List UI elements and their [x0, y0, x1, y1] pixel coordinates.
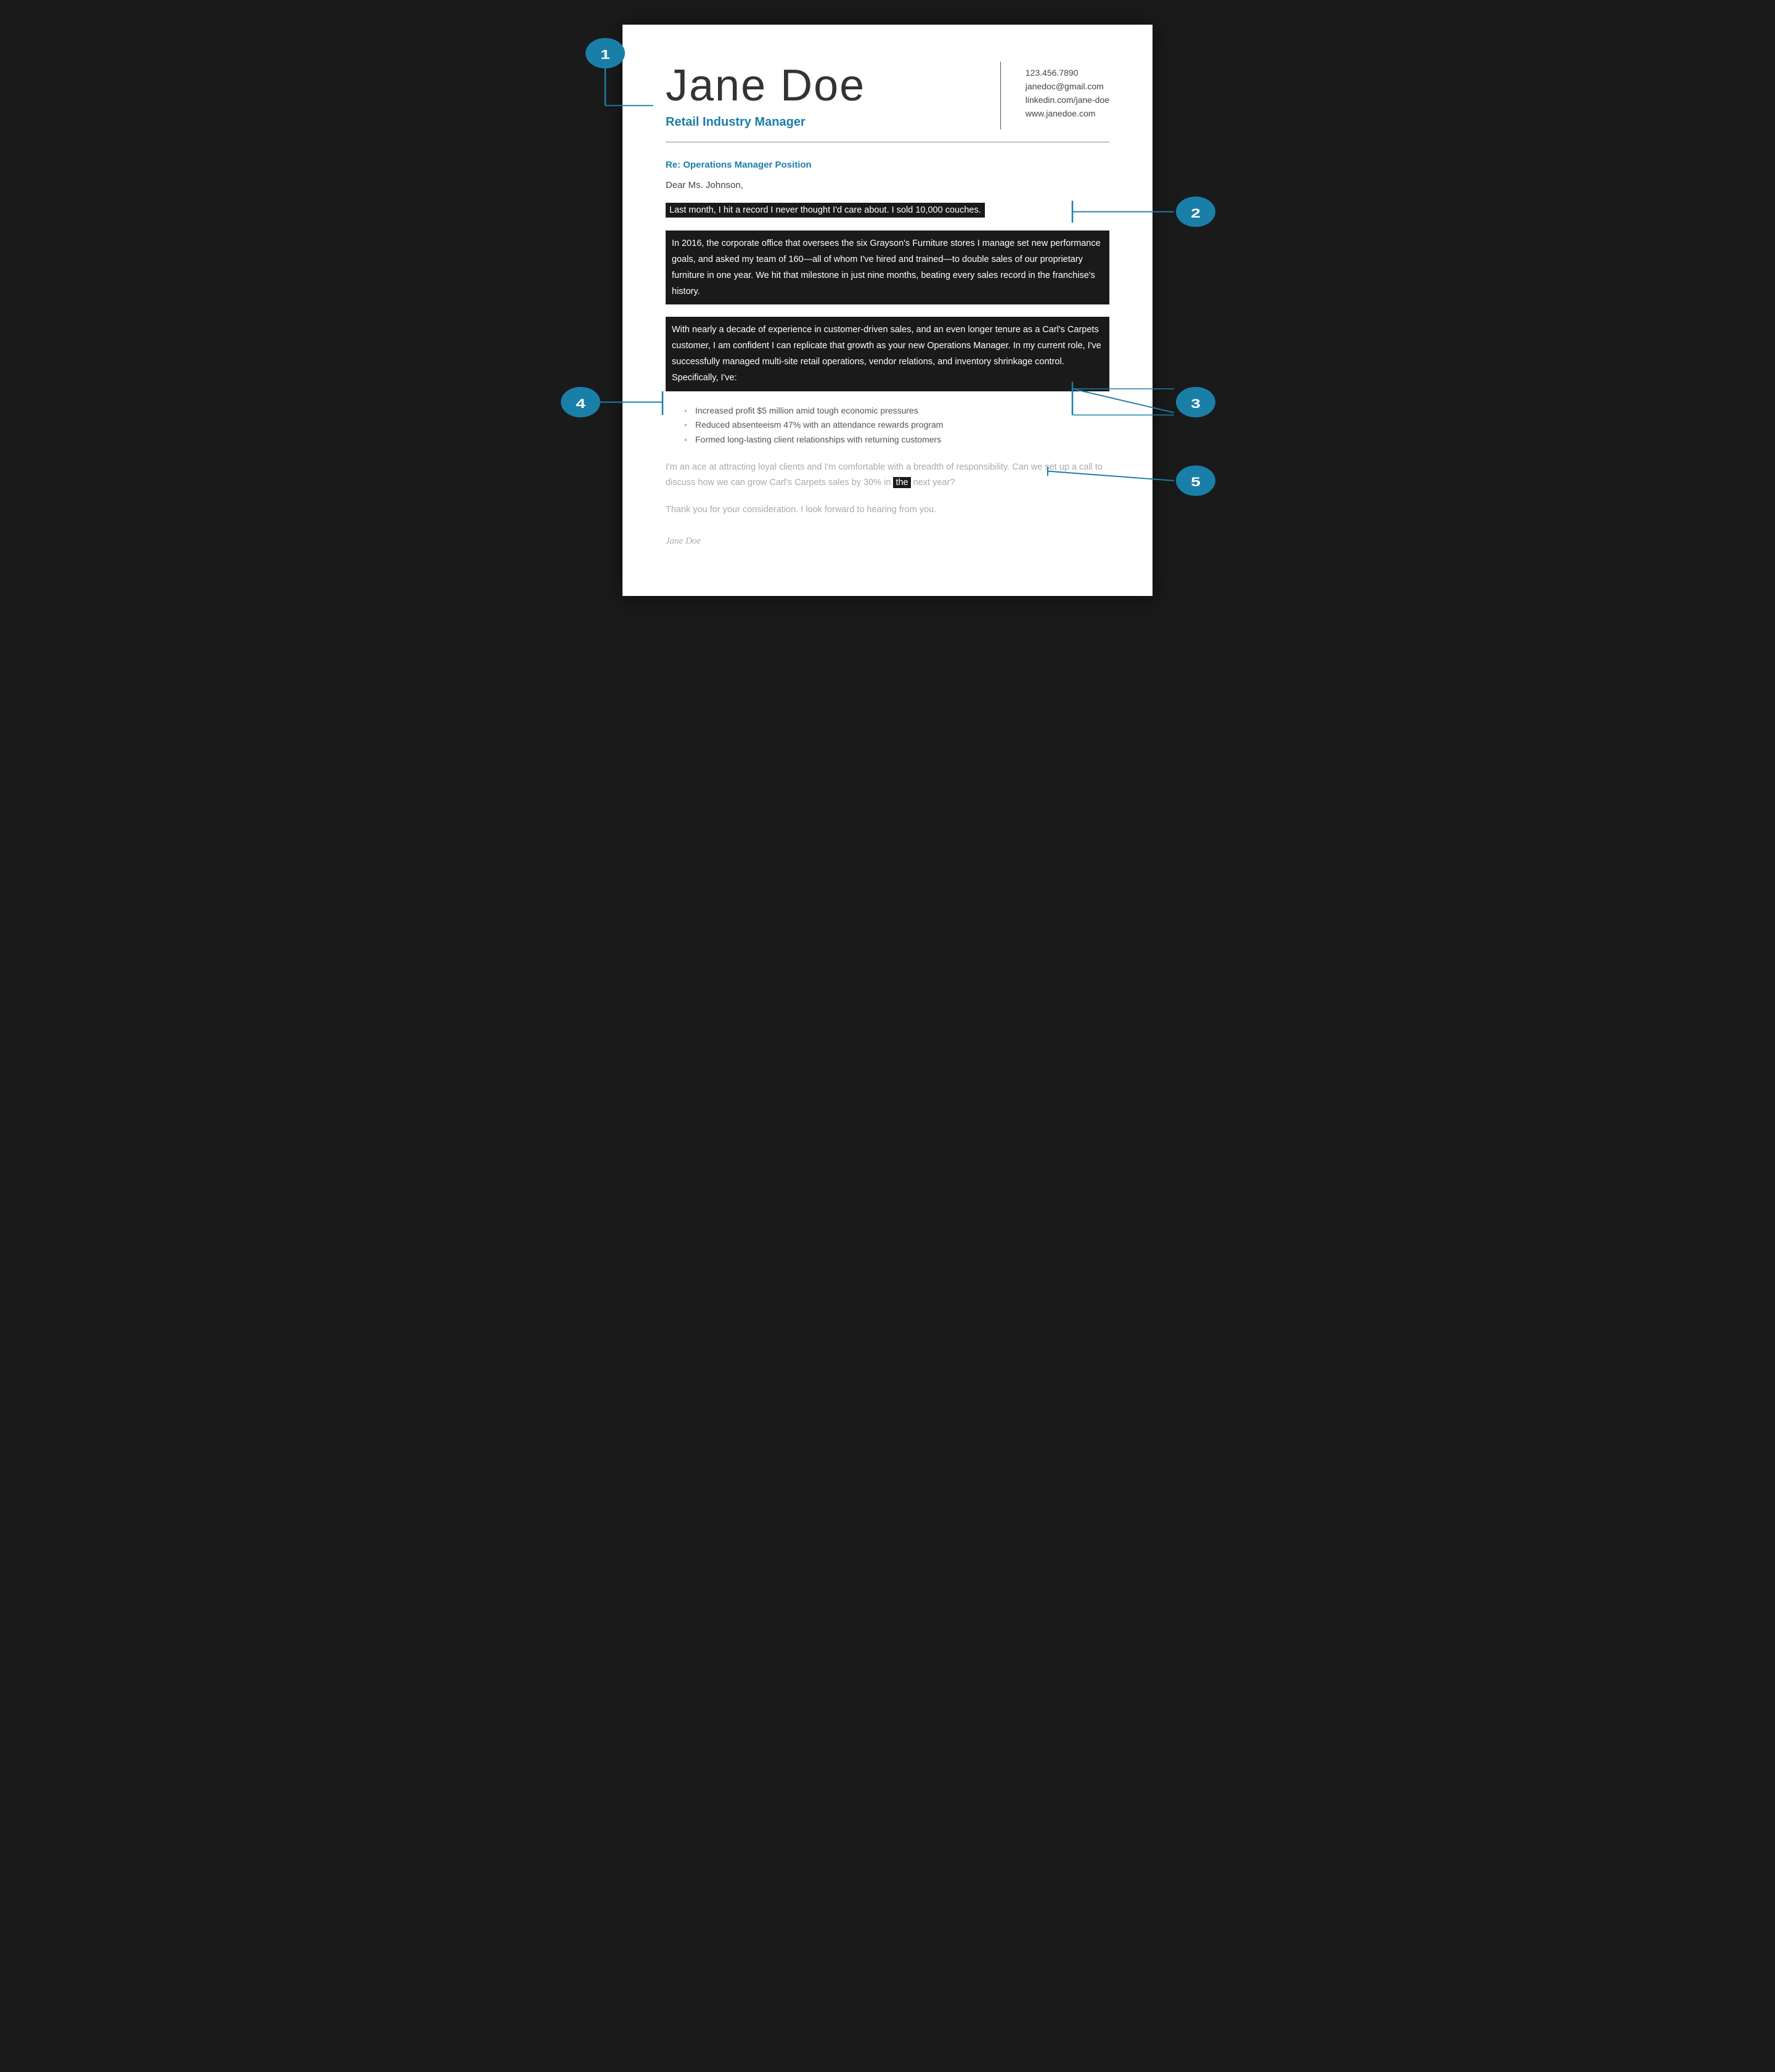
annotation-label-1: 1 [600, 47, 610, 62]
candidate-name: Jane Doe [666, 62, 976, 110]
page-wrapper: Jane Doe Retail Industry Manager 123.456… [622, 25, 1153, 596]
paragraph-2-text: In 2016, the corporate office that overs… [666, 230, 1109, 304]
paragraph-1: Last month, I hit a record I never thoug… [666, 203, 1109, 218]
header-divider [1000, 62, 1001, 129]
bullet-item-1: Increased profit $5 million amid tough e… [684, 404, 1109, 418]
annotation-label-4: 4 [576, 396, 586, 411]
letter-body: Re: Operations Manager Position Dear Ms.… [666, 160, 1109, 547]
paragraph-3-text: With nearly a decade of experience in cu… [666, 317, 1109, 391]
re-line: Re: Operations Manager Position [666, 160, 1109, 170]
salutation: Dear Ms. Johnson, [666, 180, 1109, 190]
header-section: Jane Doe Retail Industry Manager 123.456… [666, 62, 1109, 129]
paragraph-4: I'm an ace at attracting loyal clients a… [666, 460, 1109, 490]
contact-info: 123.456.7890 janedoc@gmail.com linkedin.… [1026, 62, 1109, 118]
header-left: Jane Doe Retail Industry Manager [666, 62, 976, 129]
paragraph-3: With nearly a decade of experience in cu… [666, 317, 1109, 391]
annotation-circle-2 [1176, 197, 1215, 227]
annotation-label-2: 2 [1191, 206, 1201, 221]
bullet-list: Increased profit $5 million amid tough e… [684, 404, 1109, 447]
paragraph-1-text: Last month, I hit a record I never thoug… [666, 203, 985, 218]
website: www.janedoe.com [1026, 108, 1109, 118]
annotation-label-5: 5 [1191, 475, 1201, 489]
bullet-item-2: Reduced absenteeism 47% with an attendan… [684, 418, 1109, 433]
annotation-circle-5 [1176, 465, 1215, 496]
thank-you: Thank you for your consideration. I look… [666, 502, 1109, 518]
annotation-circle-3 [1176, 387, 1215, 417]
annotation-label-3: 3 [1191, 396, 1201, 411]
annotation-circle-4 [561, 387, 600, 417]
job-title: Retail Industry Manager [666, 115, 976, 129]
email: janedoc@gmail.com [1026, 81, 1109, 91]
inline-highlight: the [893, 477, 910, 488]
linkedin: linkedin.com/jane-doe [1026, 95, 1109, 105]
phone: 123.456.7890 [1026, 68, 1109, 78]
resume-document: Jane Doe Retail Industry Manager 123.456… [622, 25, 1153, 596]
paragraph-2: In 2016, the corporate office that overs… [666, 230, 1109, 304]
annotation-circle-1 [586, 38, 625, 68]
bullet-item-3: Formed long-lasting client relationships… [684, 433, 1109, 447]
signature: Jane Doe [666, 536, 1109, 547]
